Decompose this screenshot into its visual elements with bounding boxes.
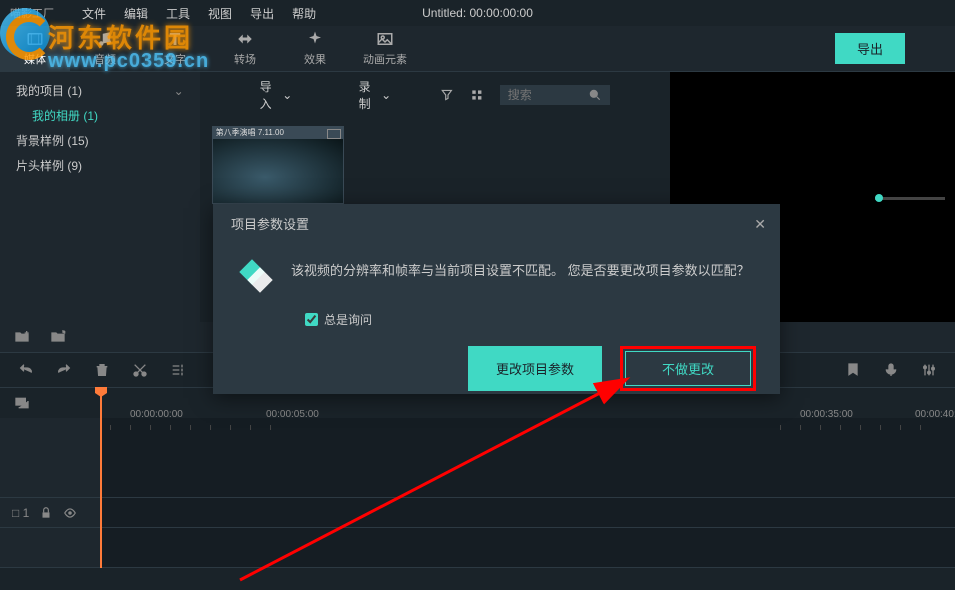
trash-icon[interactable]	[94, 362, 110, 378]
sidebar-item-album[interactable]: 我的相册 (1)	[0, 103, 200, 128]
menu-export[interactable]: 导出	[250, 5, 274, 22]
chevron-down-icon: ⌄	[174, 84, 184, 98]
track-label-row[interactable]: □ 1	[0, 498, 955, 528]
import-dropdown[interactable]: 导入 ⌄	[260, 78, 293, 112]
no-change-button[interactable]: 不做更改	[625, 351, 751, 386]
dialog-message: 该视频的分辨率和帧率与当前项目设置不匹配。 您是否要更改项目参数以匹配？	[291, 259, 754, 291]
module-tabs: 媒体 音频 文字 转场 效果 动画元素 导出	[0, 26, 955, 72]
sidebar-item-intro-sample[interactable]: 片头样例 (9)	[0, 153, 200, 178]
text-icon	[166, 30, 184, 48]
close-icon[interactable]: ✕	[754, 216, 766, 233]
chevron-down-icon: ⌄	[282, 88, 292, 102]
marker-icon[interactable]	[845, 362, 861, 378]
cut-icon[interactable]	[132, 362, 148, 378]
menu-view[interactable]: 视图	[208, 5, 232, 22]
media-icon	[26, 30, 44, 48]
menu-bar: 喵影工厂 文件 编辑 工具 视图 导出 帮助 Untitled: 00:00:0…	[0, 0, 955, 26]
tab-media[interactable]: 媒体	[0, 26, 70, 71]
grid-icon[interactable]	[470, 87, 484, 103]
project-title: Untitled: 00:00:00:00	[422, 6, 533, 20]
undo-icon[interactable]	[18, 362, 34, 378]
lock-icon[interactable]	[39, 506, 53, 520]
chevron-down-icon: ⌄	[381, 88, 391, 102]
media-toolbar: 导入 ⌄ 录制 ⌄	[200, 72, 670, 118]
dialog-title: 项目参数设置	[231, 217, 309, 232]
playhead[interactable]	[100, 388, 102, 568]
menu-help[interactable]: 帮助	[292, 5, 316, 22]
tab-audio[interactable]: 音频	[70, 26, 140, 71]
mixer-icon[interactable]	[921, 362, 937, 378]
highlight-box: 不做更改	[620, 346, 756, 391]
tab-animation[interactable]: 动画元素	[350, 26, 420, 71]
filmora-logo-icon	[239, 259, 271, 291]
folder-export-icon[interactable]	[50, 329, 66, 345]
always-ask-checkbox[interactable]: 总是询问	[213, 307, 780, 332]
eye-icon[interactable]	[63, 506, 77, 520]
audio-track[interactable]	[0, 528, 955, 568]
folder-add-icon[interactable]	[14, 329, 30, 345]
sidebar: 我的项目 (1) ⌄ 我的相册 (1) 背景样例 (15) 片头样例 (9)	[0, 72, 200, 322]
tab-text[interactable]: 文字	[140, 26, 210, 71]
settings-icon[interactable]	[170, 362, 186, 378]
sidebar-item-project[interactable]: 我的项目 (1) ⌄	[0, 78, 200, 103]
record-dropdown[interactable]: 录制 ⌄	[359, 78, 392, 112]
redo-icon[interactable]	[56, 362, 72, 378]
change-params-button[interactable]: 更改项目参数	[468, 346, 602, 391]
tab-effects[interactable]: 效果	[280, 26, 350, 71]
search-icon	[588, 88, 602, 102]
music-icon	[96, 30, 114, 48]
tab-transition[interactable]: 转场	[210, 26, 280, 71]
image-icon	[376, 30, 394, 48]
project-settings-dialog: 项目参数设置 ✕ 该视频的分辨率和帧率与当前项目设置不匹配。 您是否要更改项目参…	[213, 204, 780, 394]
menu-tool[interactable]: 工具	[166, 5, 190, 22]
app-title: 喵影工厂	[10, 5, 54, 21]
media-thumbnail[interactable]: 第八季演唱 7.11.00	[212, 126, 344, 204]
mic-icon[interactable]	[883, 362, 899, 378]
layers-icon[interactable]	[14, 395, 30, 411]
search-input[interactable]	[500, 85, 610, 105]
menu-file[interactable]: 文件	[82, 5, 106, 22]
export-button[interactable]: 导出	[835, 33, 905, 64]
film-icon	[327, 129, 341, 139]
volume-slider[interactable]	[875, 197, 945, 200]
filter-icon[interactable]	[440, 87, 454, 103]
transition-icon	[236, 30, 254, 48]
sidebar-item-bg-sample[interactable]: 背景样例 (15)	[0, 128, 200, 153]
sparkle-icon	[306, 30, 324, 48]
menu-edit[interactable]: 编辑	[124, 5, 148, 22]
timeline: 00:00:00:00 00:00:05:00 00:00:35:00 00:0…	[0, 388, 955, 568]
